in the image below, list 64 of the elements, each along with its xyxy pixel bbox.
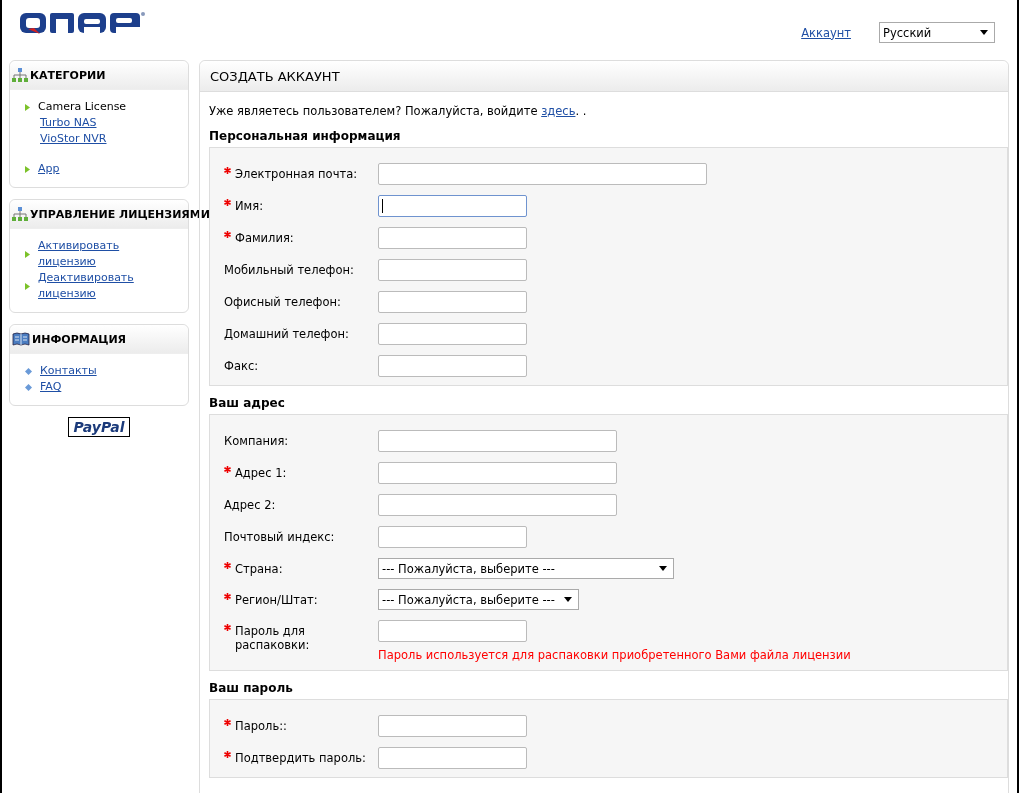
dropdown-field[interactable]: --- Пожалуйста, выберите --- [378, 558, 674, 579]
field-label: Мобильный телефон: [224, 262, 354, 277]
field-label: Почтовый индекс: [224, 529, 335, 544]
input-field[interactable] [378, 355, 527, 377]
sidebar-title: УПРАВЛЕНИЕ ЛИЦЕНЗИЯМИ [30, 207, 210, 221]
field-label: Страна: [235, 561, 283, 576]
field-label: Компания: [224, 433, 289, 448]
field-label: Регион/Штат: [235, 592, 318, 607]
sidebar-title: КАТЕГОРИИ [30, 68, 106, 82]
sitemap-icon [12, 68, 28, 82]
section-title: Ваш пароль [209, 681, 294, 695]
sitemap-icon [12, 207, 28, 221]
language-select[interactable]: Русский [879, 22, 995, 43]
input-field[interactable] [378, 620, 527, 642]
sidebar-link[interactable]: App [38, 161, 60, 177]
arrow-bullet-icon [25, 282, 30, 290]
page-title: СОЗДАТЬ АККАУНТ [210, 68, 340, 84]
input-field[interactable] [378, 227, 527, 249]
sidebar-link[interactable]: VioStor NVR [40, 131, 107, 147]
paypal-logo[interactable]: PayPal [68, 417, 130, 437]
input-field[interactable] [378, 494, 617, 516]
caret-icon [564, 597, 572, 602]
dropdown-field[interactable]: --- Пожалуйста, выберите --- [378, 589, 579, 610]
account-link[interactable]: Аккаунт [801, 25, 851, 40]
section-title: Персональная информация [209, 129, 402, 143]
diamond-bullet-icon [25, 383, 32, 391]
input-field[interactable] [378, 747, 527, 769]
field-label: Пароль для распаковки: [235, 623, 311, 652]
login-prompt: Уже являетесь пользователем? Пожалуйста, войдите здесь. . [209, 104, 588, 118]
section-title: Ваш адрес [209, 396, 286, 410]
sidebar-link[interactable]: Активировать лицензию [38, 238, 150, 270]
arrow-bullet-icon [25, 103, 30, 111]
arrow-bullet-icon [25, 165, 30, 173]
input-field[interactable] [378, 163, 707, 185]
input-field[interactable] [378, 715, 527, 737]
field-label: Адрес 1: [235, 465, 287, 480]
input-field[interactable] [378, 323, 527, 345]
sidebar-link[interactable]: Turbo NAS [40, 115, 97, 131]
field-label: Факс: [224, 358, 259, 373]
field-label: Электронная почта: [235, 166, 358, 181]
field-label: Домашний телефон: [224, 326, 349, 341]
sidebar-link[interactable]: Контакты [40, 363, 97, 379]
arrow-bullet-icon [25, 250, 30, 258]
field-label: Пароль:: [235, 718, 287, 733]
caret-icon [659, 566, 667, 571]
sidebar-link[interactable]: Деактивировать лицензию [38, 270, 150, 302]
field-label: Офисный телефон: [224, 294, 341, 309]
input-field[interactable] [378, 526, 527, 548]
field-label: Адрес 2: [224, 497, 276, 512]
input-field[interactable] [378, 291, 527, 313]
field-label: Имя: [235, 198, 264, 213]
sidebar-title: ИНФОРМАЦИЯ [32, 332, 127, 346]
book-icon [12, 332, 30, 346]
input-field[interactable] [378, 462, 617, 484]
hint-text: Пароль используется для распаковки приобретенного Вами файла лицензии [378, 648, 851, 662]
input-field[interactable] [378, 430, 617, 452]
field-label: Фамилия: [235, 230, 294, 245]
sidebar-label: Camera License [38, 99, 127, 115]
field-label: Подтвердить пароль: [235, 750, 366, 765]
diamond-bullet-icon [25, 367, 32, 375]
input-field[interactable] [378, 195, 527, 217]
input-field[interactable] [378, 259, 527, 281]
sidebar-link[interactable]: FAQ [40, 379, 62, 395]
caret-icon [980, 30, 988, 35]
